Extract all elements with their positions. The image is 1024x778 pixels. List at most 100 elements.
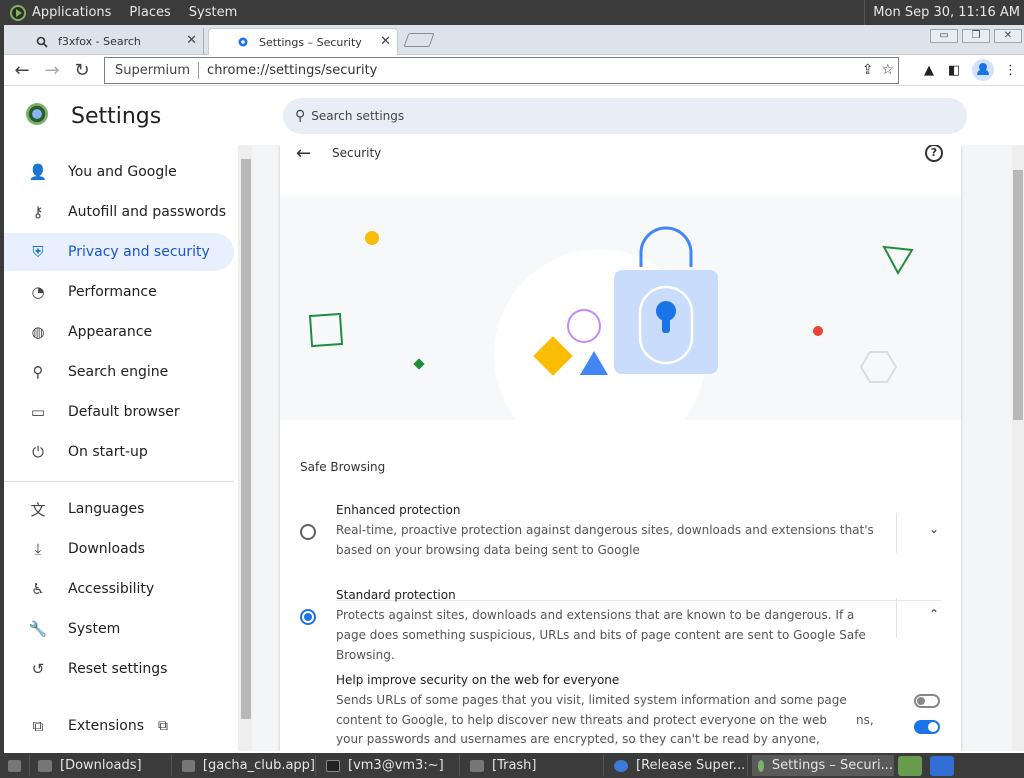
trash-icon xyxy=(470,759,484,772)
taskbar-item-label: [Downloads] xyxy=(60,758,142,773)
help-improve-toggle[interactable] xyxy=(914,694,940,708)
tab-search[interactable]: f3xfox - Search ✕ xyxy=(8,28,204,55)
taskbar-item-label: [Trash] xyxy=(492,758,537,773)
option-description: Protects against sites, downloads and ex… xyxy=(336,608,866,662)
back-arrow-icon[interactable]: ← xyxy=(296,145,311,164)
applications-icon[interactable] xyxy=(10,4,26,21)
person-icon: 👤 xyxy=(28,163,48,181)
sidebar-item-accessibility[interactable]: ♿ Accessibility xyxy=(4,570,234,608)
gauge-icon: ◔ xyxy=(31,283,45,301)
folder-icon xyxy=(182,759,195,772)
sidebar-item-label: Extensions xyxy=(68,718,145,734)
gear-icon xyxy=(238,37,248,47)
address-bar[interactable]: Supermium chrome://settings/security ⇪ ☆ xyxy=(104,57,899,84)
standard-protection-radio[interactable] xyxy=(300,609,316,625)
bookmark-star-icon[interactable]: ☆ xyxy=(881,62,894,78)
sidebar-item-label: Performance xyxy=(68,284,157,300)
sidebar-item-appearance[interactable]: ◍ Appearance xyxy=(4,313,234,351)
taskbar-item[interactable]: [gacha_club.app] xyxy=(176,755,316,776)
sidebar-item-reset[interactable]: ↺ Reset settings xyxy=(4,650,234,688)
menu-kebab-icon[interactable]: ⋮ xyxy=(1004,63,1018,78)
sidebar-item-label: Appearance xyxy=(68,324,153,340)
minimize-button[interactable]: ▭ xyxy=(930,29,958,43)
secondary-toggle[interactable] xyxy=(914,720,940,734)
forward-button[interactable]: → xyxy=(40,59,64,83)
omnibox-actions: ⇪ ☆ xyxy=(862,62,894,78)
close-window-button[interactable]: ✕ xyxy=(994,29,1022,43)
tab-title: f3xfox - Search xyxy=(58,35,141,48)
option-title: Standard protection xyxy=(336,588,456,602)
site-chip[interactable]: Supermium xyxy=(105,62,200,79)
sidebar-item-downloads[interactable]: ⤓ Downloads xyxy=(4,530,234,568)
tab-strip: f3xfox - Search ✕ Settings – Security ✕ … xyxy=(4,25,1024,55)
reload-button[interactable]: ↻ xyxy=(70,59,94,83)
sidebar-item-search-engine[interactable]: ⚲ Search engine xyxy=(4,353,234,391)
show-desktop-button[interactable] xyxy=(2,755,30,776)
taskbar-item-active[interactable]: Settings – Securi... xyxy=(752,755,894,776)
taskbar-item-label: [Release Super... xyxy=(636,758,746,773)
security-card: ← Security ? Safe Browsing Enhanced prot… xyxy=(280,145,961,751)
side-panel-icon[interactable]: ◧ xyxy=(948,63,962,78)
option-description: Real-time, proactive protection against … xyxy=(336,523,874,557)
sidebar-item-default-browser[interactable]: ▭ Default browser xyxy=(4,393,234,431)
enhanced-protection-radio[interactable] xyxy=(300,524,316,540)
sidebar-item-privacy[interactable]: ⛨ Privacy and security xyxy=(4,233,234,271)
main-scroll-thumb[interactable] xyxy=(1013,170,1023,420)
sidebar-item-you-and-google[interactable]: 👤 You and Google xyxy=(4,153,234,191)
sidebar-item-languages[interactable]: 文 Languages xyxy=(4,490,234,528)
tab-close-button[interactable]: ✕ xyxy=(380,34,391,49)
shield-icon: ⛨ xyxy=(32,243,44,261)
sidebar-item-label: System xyxy=(68,621,121,637)
sidebar-item-label: On start-up xyxy=(68,444,148,460)
option-separator xyxy=(896,598,897,638)
system-menu[interactable]: System xyxy=(189,5,237,20)
tab-settings[interactable]: Settings – Security ✕ xyxy=(208,28,398,55)
search-icon xyxy=(36,36,48,48)
chevron-up-icon[interactable]: ⌃ xyxy=(929,607,939,621)
sidebar-item-autofill[interactable]: ⚷ Autofill and passwords xyxy=(4,193,234,231)
browser-icon xyxy=(614,759,628,772)
sidebar-item-system[interactable]: 🔧 System xyxy=(4,610,234,648)
taskbar-item[interactable]: [Downloads] xyxy=(32,755,172,776)
taskbar-item[interactable]: [Trash] xyxy=(464,755,604,776)
section-title: Safe Browsing xyxy=(300,460,386,474)
option-description-tail: ns, xyxy=(856,713,874,727)
sidebar-divider xyxy=(4,481,234,482)
tab-title: Settings – Security xyxy=(259,35,362,49)
sidebar-item-label: Privacy and security xyxy=(68,244,210,260)
sidebar-item-extensions[interactable]: ⧉ Extensions ⧉ xyxy=(4,707,234,745)
browser-window: f3xfox - Search ✕ Settings – Security ✕ … xyxy=(4,25,1024,753)
taskbar-item[interactable]: [vm3@vm3:~] xyxy=(320,755,460,776)
applications-menu[interactable]: Applications xyxy=(32,5,111,20)
profile-avatar[interactable] xyxy=(972,59,994,81)
maximize-button[interactable]: ❐ xyxy=(962,29,990,43)
clock[interactable]: Mon Sep 30, 11:16 AM xyxy=(864,0,1020,25)
places-menu[interactable]: Places xyxy=(129,5,170,20)
back-button[interactable]: ← xyxy=(10,59,34,83)
taskbar-item-label: [vm3@vm3:~] xyxy=(348,758,444,773)
search-settings-input[interactable]: ⚲ Search settings xyxy=(283,98,967,134)
download-icon: ⤓ xyxy=(34,540,42,558)
search-icon: ⚲ xyxy=(295,108,306,124)
folder-icon xyxy=(38,759,52,772)
tray-app-icon[interactable] xyxy=(898,756,922,776)
sidebar-item-on-startup[interactable]: ⏻ On start-up xyxy=(4,433,234,471)
taskbar-item[interactable]: [Release Super... xyxy=(608,755,748,776)
tray-browser-icon[interactable] xyxy=(930,756,954,776)
option-description-continued: your passwords and usernames are encrypt… xyxy=(336,732,820,746)
accessibility-icon: ♿ xyxy=(31,580,45,598)
page-title: Settings xyxy=(71,104,162,129)
sidebar: 👤 You and Google ⚷ Autofill and passwords … xyxy=(4,145,240,751)
help-icon[interactable]: ? xyxy=(925,145,943,162)
tab-close-button[interactable]: ✕ xyxy=(186,33,197,48)
new-tab-button[interactable] xyxy=(403,33,435,47)
share-icon[interactable]: ⇪ xyxy=(862,62,874,78)
sidebar-scroll-thumb[interactable] xyxy=(241,159,251,719)
extension-icon[interactable]: ▲ xyxy=(924,63,938,78)
sidebar-item-label: Downloads xyxy=(68,541,145,557)
taskbar-item-label: Settings – Securi... xyxy=(771,758,893,773)
sidebar-item-label: Autofill and passwords xyxy=(68,204,227,220)
sidebar-item-performance[interactable]: ◔ Performance xyxy=(4,273,234,311)
chevron-down-icon[interactable]: ⌄ xyxy=(929,522,939,536)
url-text[interactable]: chrome://settings/security xyxy=(207,63,377,78)
